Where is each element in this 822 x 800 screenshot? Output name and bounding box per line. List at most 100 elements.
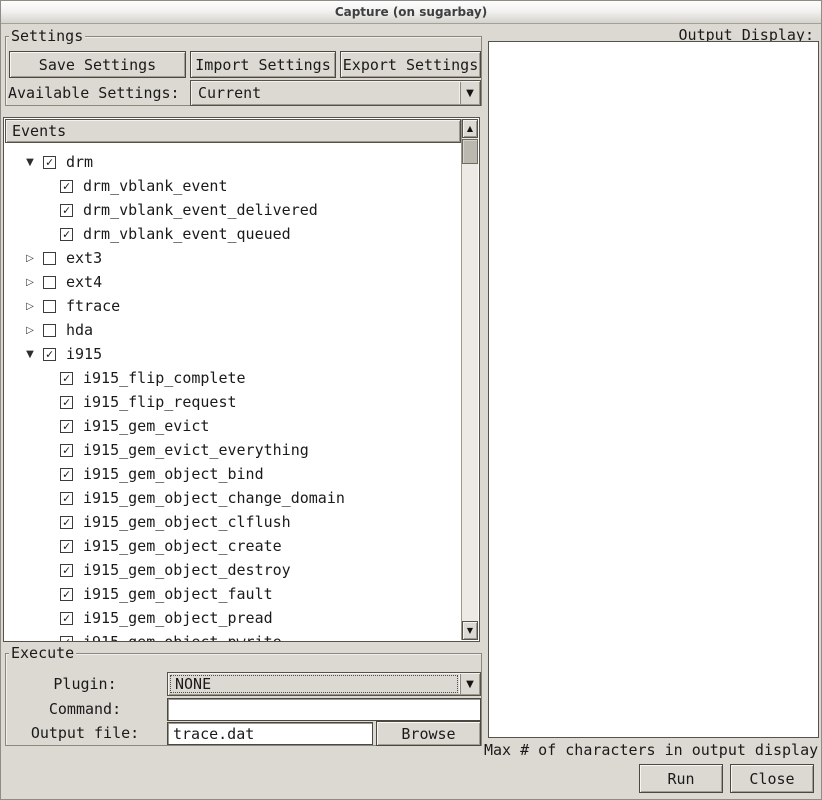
event-checkbox[interactable]: ✓ — [60, 564, 73, 577]
event-checkbox[interactable] — [43, 324, 56, 337]
save-settings-button[interactable]: Save Settings — [9, 51, 186, 78]
event-label: ext3 — [66, 249, 102, 267]
event-checkbox[interactable] — [43, 252, 56, 265]
event-label: i915_gem_object_bind — [83, 465, 264, 483]
event-checkbox[interactable] — [43, 300, 56, 313]
scrollbar-thumb[interactable] — [462, 139, 478, 164]
tree-row-ftrace[interactable]: ▷ ftrace — [5, 294, 461, 318]
event-checkbox[interactable]: ✓ — [60, 540, 73, 553]
event-label: drm — [66, 153, 93, 171]
event-label: i915_gem_evict_everything — [83, 441, 309, 459]
plugin-label: Plugin: — [9, 675, 161, 693]
event-checkbox[interactable]: ✓ — [60, 492, 73, 505]
tree-row-i915_gem_evict[interactable]: ✓ i915_gem_evict — [5, 414, 461, 438]
scroll-down-icon: ▼ — [467, 626, 473, 635]
tree-row-i915_gem_object_pwrite[interactable]: ✓i915_gem_object_pwrite — [5, 630, 461, 641]
event-checkbox[interactable]: ✓ — [43, 156, 56, 169]
tree-row-ext3[interactable]: ▷ ext3 — [5, 246, 461, 270]
event-label: drm_vblank_event_queued — [83, 225, 291, 243]
collapse-arrow-icon[interactable]: ▼ — [23, 157, 37, 168]
event-checkbox[interactable]: ✓ — [60, 180, 73, 193]
window-title: Capture (on sugarbay) — [335, 5, 487, 19]
tree-row-drm[interactable]: ▼ ✓ drm — [5, 150, 461, 174]
output-file-input[interactable]: trace.dat — [167, 722, 373, 745]
collapse-arrow-icon[interactable]: ▼ — [23, 349, 37, 360]
tree-row-i915[interactable]: ▼ ✓ i915 — [5, 342, 461, 366]
event-checkbox[interactable]: ✓ — [60, 588, 73, 601]
available-settings-combo[interactable]: Current ▼ — [190, 80, 481, 106]
tree-row-i915_gem_object_destroy[interactable]: ✓ i915_gem_object_destroy — [5, 558, 461, 582]
events-panel: Events ▼✓drm✓drm_vblank_event✓drm_vblank… — [3, 117, 480, 642]
plugin-combo-arrow-button[interactable]: ▼ — [460, 674, 479, 694]
command-input[interactable] — [167, 698, 481, 721]
event-label: i915_flip_request — [83, 393, 237, 411]
run-button[interactable]: Run — [639, 764, 723, 793]
events-column-header[interactable]: Events — [5, 119, 461, 143]
output-file-label: Output file: — [9, 724, 161, 742]
output-display-area[interactable] — [488, 41, 819, 738]
tree-row-i915_flip_complete[interactable]: ✓i915_flip_complete — [5, 366, 461, 390]
chevron-down-icon: ▼ — [466, 679, 474, 690]
event-checkbox[interactable]: ✓ — [60, 372, 73, 385]
titlebar[interactable]: Capture (on sugarbay) — [1, 1, 821, 24]
event-label: hda — [66, 321, 93, 339]
settings-frame-legend: Settings — [9, 27, 85, 45]
event-checkbox[interactable]: ✓ — [60, 516, 73, 529]
tree-row-i915_gem_object_fault[interactable]: ✓ i915_gem_object_fault — [5, 582, 461, 606]
output-file-input-value: trace.dat — [173, 725, 254, 743]
event-checkbox[interactable]: ✓ — [60, 204, 73, 217]
expand-arrow-icon[interactable]: ▷ — [23, 277, 37, 288]
tree-row-i915_gem_object_create[interactable]: ✓ i915_gem_object_create — [5, 534, 461, 558]
events-header-label: Events — [12, 122, 66, 140]
event-checkbox[interactable]: ✓ — [60, 420, 73, 433]
available-settings-label: Available Settings: — [8, 84, 180, 102]
focus-outline — [170, 675, 458, 693]
export-settings-button[interactable]: Export Settings — [340, 51, 481, 78]
tree-row-drm_vblank_event_delivered[interactable]: ✓drm_vblank_event_delivered — [5, 198, 461, 222]
event-checkbox[interactable]: ✓ — [60, 612, 73, 625]
capture-window: Capture (on sugarbay) Settings Save Sett… — [0, 0, 822, 800]
events-tree: ▼✓drm✓drm_vblank_event✓drm_vblank_event_… — [5, 143, 461, 641]
tree-row-drm_vblank_event_queued[interactable]: ✓ drm_vblank_event_queued — [5, 222, 461, 246]
close-button[interactable]: Close — [730, 764, 814, 793]
event-label: i915_gem_object_pread — [83, 609, 273, 627]
event-checkbox[interactable]: ✓ — [43, 348, 56, 361]
expand-arrow-icon[interactable]: ▷ — [23, 253, 37, 264]
available-settings-combo-value: Current — [198, 84, 261, 102]
event-checkbox[interactable]: ✓ — [60, 468, 73, 481]
tree-row-i915_gem_object_clflush[interactable]: ✓ i915_gem_object_clflush — [5, 510, 461, 534]
tree-row-i915_gem_object_pread[interactable]: ✓ i915_gem_object_pread — [5, 606, 461, 630]
import-settings-button[interactable]: Import Settings — [190, 51, 336, 78]
tree-row-i915_gem_evict_everything[interactable]: ✓ i915_gem_evict_everything — [5, 438, 461, 462]
event-checkbox[interactable]: ✓ — [60, 396, 73, 409]
tree-row-drm_vblank_event[interactable]: ✓ drm_vblank_event — [5, 174, 461, 198]
expand-arrow-icon[interactable]: ▷ — [23, 325, 37, 336]
event-label: i915 — [66, 345, 102, 363]
event-label: i915_gem_object_fault — [83, 585, 273, 603]
event-label: i915_gem_object_change_domain — [83, 489, 345, 507]
tree-row-i915_gem_object_change_domain[interactable]: ✓ i915_gem_object_change_domain — [5, 486, 461, 510]
tree-row-i915_flip_request[interactable]: ✓ i915_flip_request — [5, 390, 461, 414]
event-label: i915_gem_object_clflush — [83, 513, 291, 531]
expand-arrow-icon[interactable]: ▷ — [23, 301, 37, 312]
scroll-up-button[interactable]: ▲ — [462, 119, 478, 138]
browse-button[interactable]: Browse — [376, 721, 481, 746]
event-checkbox[interactable]: ✓ — [60, 228, 73, 241]
event-checkbox[interactable]: ✓ — [60, 636, 73, 642]
tree-row-ext4[interactable]: ▷ext4 — [5, 270, 461, 294]
event-label: ftrace — [66, 297, 120, 315]
plugin-combo[interactable]: NONE ▼ — [167, 672, 481, 696]
events-scrollbar[interactable]: ▲ ▼ — [461, 119, 478, 640]
event-label: i915_gem_object_create — [83, 537, 282, 555]
tree-row-hda[interactable]: ▷ hda — [5, 318, 461, 342]
tree-row-i915_gem_object_bind[interactable]: ✓ i915_gem_object_bind — [5, 462, 461, 486]
event-label: drm_vblank_event — [83, 177, 228, 195]
command-label: Command: — [9, 700, 161, 718]
combo-arrow-button[interactable]: ▼ — [460, 82, 479, 104]
event-checkbox[interactable] — [43, 276, 56, 289]
chevron-down-icon: ▼ — [466, 88, 474, 99]
event-label: i915_gem_object_destroy — [83, 561, 291, 579]
event-label: i915_gem_evict — [83, 417, 209, 435]
scroll-down-button[interactable]: ▼ — [462, 621, 478, 640]
event-checkbox[interactable]: ✓ — [60, 444, 73, 457]
